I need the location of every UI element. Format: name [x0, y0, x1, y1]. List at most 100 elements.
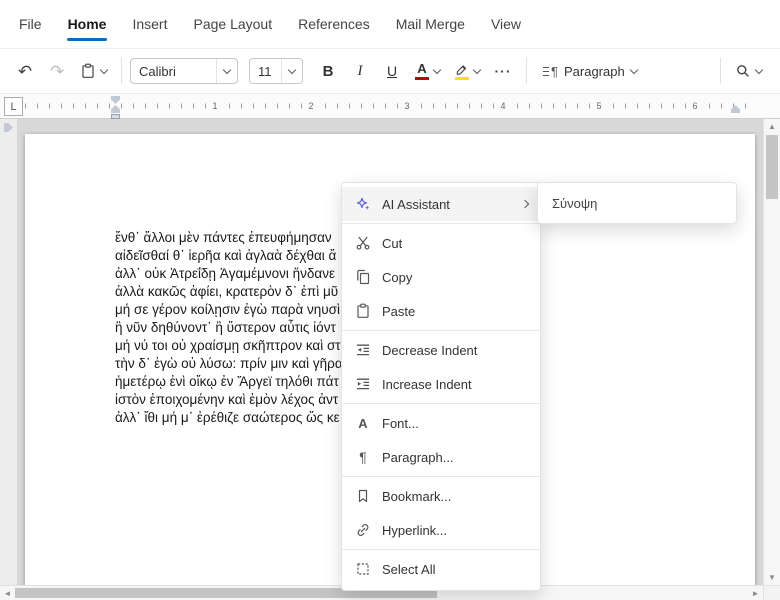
menu-item-increase-indent[interactable]: Increase Indent [342, 367, 540, 401]
text-line: ἀλλ᾽ οὐκ Ἀτρεΐδῃ Ἀγαμέμνονι ἥνδανε [115, 266, 335, 281]
menu-item-bookmark[interactable]: Bookmark... [342, 479, 540, 513]
ruler-number: 1 [210, 101, 220, 111]
tab-page-layout[interactable]: Page Layout [180, 0, 285, 48]
menu-item-label: Hyperlink... [382, 522, 448, 538]
tab-file[interactable]: File [6, 0, 55, 48]
paragraph-label: Paragraph [563, 63, 625, 79]
separator [121, 58, 122, 84]
paragraph-dialog-button[interactable]: ¶ Paragraph [535, 56, 645, 86]
scroll-right-icon[interactable]: ► [748, 586, 763, 600]
underline-label: U [386, 63, 398, 79]
font-icon: A [358, 415, 368, 431]
menu-item-select-all[interactable]: Select All [342, 552, 540, 586]
menu-item-label: Paragraph... [382, 449, 454, 465]
text-line: ἱστὸν ἐποιχομένην καὶ ἐμὸν λέχος ἀντ [115, 392, 339, 407]
more-options-button[interactable]: ··· [488, 56, 518, 86]
context-menu: AI Assistant Cut Copy Paste Decrease Ind… [341, 182, 541, 591]
font-name-select[interactable]: Calibri [130, 58, 238, 84]
chevron-down-icon[interactable] [281, 59, 302, 83]
search-button[interactable] [729, 56, 768, 86]
clipboard-icon [80, 63, 96, 79]
tab-insert[interactable]: Insert [119, 0, 180, 48]
document-text: ἔνθ᾽ ἄλλοι μὲν πάντες ἐπευφήμησαν αἰδεῖσ… [115, 229, 343, 427]
vertical-scrollbar[interactable]: ▲ ▼ [763, 119, 780, 585]
scroll-left-icon[interactable]: ◄ [0, 586, 15, 600]
ai-sparkle-icon [354, 196, 372, 212]
chevron-down-icon [629, 65, 638, 74]
italic-label: I [357, 62, 363, 79]
ruler-number: 6 [690, 101, 700, 111]
menu-item-ai-assistant[interactable]: AI Assistant [342, 187, 540, 221]
menu-item-label: Decrease Indent [382, 342, 478, 358]
paragraph-mark-icon: ¶ [359, 449, 367, 465]
text-line: μή νύ τοι οὐ χραίσμῃ σκῆπτρον καὶ στ [115, 338, 341, 353]
tab-home[interactable]: Home [55, 0, 120, 48]
menu-item-label: Copy [382, 269, 413, 285]
menu-item-font[interactable]: A Font... [342, 406, 540, 440]
text-line: ἢ νῦν δηθύνοντ᾽ ἢ ὕστερον αὖτις ἰόντ [115, 320, 336, 335]
document-area: ἔνθ᾽ ἄλλοι μὲν πάντες ἐπευφήμησαν αἰδεῖσ… [0, 119, 780, 600]
left-indent-marker[interactable] [111, 114, 120, 119]
text-line: ἡμετέρῳ ἐνὶ οἴκῳ ἐν Ἄργεϊ τηλόθι πάτ [115, 374, 339, 389]
underline-button[interactable]: U [377, 56, 407, 86]
font-size-value: 11 [258, 63, 272, 79]
scroll-down-icon[interactable]: ▼ [764, 570, 780, 585]
menu-item-label: Bookmark... [382, 488, 452, 504]
bold-button[interactable]: B [313, 56, 343, 86]
text-line: ἔνθ᾽ ἄλλοι μὲν πάντες ἐπευφήμησαν [115, 230, 332, 245]
menu-item-decrease-indent[interactable]: Decrease Indent [342, 333, 540, 367]
font-color-icon: A [415, 62, 429, 80]
chevron-right-icon [520, 199, 530, 209]
font-size-select[interactable]: 11 [249, 58, 303, 84]
menu-item-label: Increase Indent [382, 376, 472, 392]
ruler-ticks [25, 103, 755, 109]
menu-item-copy[interactable]: Copy [342, 260, 540, 294]
menu-item-label: AI Assistant [382, 196, 450, 212]
menu-item-cut[interactable]: Cut [342, 226, 540, 260]
tab-references[interactable]: References [285, 0, 383, 48]
font-color-button[interactable]: A [409, 56, 446, 86]
chevron-down-icon[interactable] [216, 59, 237, 83]
menu-item-paragraph[interactable]: ¶ Paragraph... [342, 440, 540, 474]
undo-icon: ↶ [17, 61, 33, 81]
separator [526, 58, 527, 84]
tab-view[interactable]: View [478, 0, 534, 48]
highlight-color-button[interactable] [448, 56, 486, 86]
redo-icon: ↷ [49, 61, 65, 81]
submenu-item-summary[interactable]: Σύνοψη [538, 187, 736, 219]
menu-item-hyperlink[interactable]: Hyperlink... [342, 513, 540, 547]
scroll-up-icon[interactable]: ▲ [764, 119, 780, 134]
clipboard-button[interactable] [74, 56, 113, 86]
text-line: ἀλλ᾽ ἴθι μή μ᾽ ἐρέθιζε σαώτερος ὥς κε [115, 410, 340, 425]
menu-item-label: Select All [382, 561, 436, 577]
chevron-down-icon [754, 65, 764, 74]
text-line: μή σε γέρον κοίλῃσιν ἐγὼ παρὰ νηυσὶ [115, 302, 340, 317]
separator [342, 476, 540, 477]
paragraph-mark-icon: ¶ [543, 65, 558, 78]
select-all-icon [354, 561, 372, 577]
vertical-scroll-thumb[interactable] [766, 135, 778, 199]
ai-assistant-submenu: Σύνοψη [537, 182, 737, 224]
tab-stop-selector[interactable]: L [4, 97, 23, 116]
italic-button[interactable]: I [345, 56, 375, 86]
scrollbar-corner [763, 585, 780, 600]
ruler-number: 5 [594, 101, 604, 111]
bold-label: B [322, 62, 334, 80]
chevron-down-icon [472, 65, 482, 74]
undo-button[interactable]: ↶ [10, 56, 40, 86]
increase-indent-icon [354, 376, 372, 392]
toolbar: ↶ ↷ Calibri 11 B I U A ··· ¶ Paragraph [0, 48, 780, 93]
menu-item-label: Cut [382, 235, 403, 251]
chevron-down-icon [432, 65, 442, 74]
horizontal-ruler: 1 2 3 4 5 6 [25, 94, 755, 119]
hyperlink-icon [354, 522, 372, 538]
menu-item-label: Paste [382, 303, 416, 319]
highlighter-icon [454, 63, 469, 80]
menu-item-paste[interactable]: Paste [342, 294, 540, 328]
redo-button[interactable]: ↷ [42, 56, 72, 86]
menubar: File Home Insert Page Layout References … [0, 0, 780, 48]
tab-mail-merge[interactable]: Mail Merge [383, 0, 478, 48]
top-margin-marker[interactable] [4, 123, 13, 132]
separator [720, 58, 721, 84]
more-options-icon: ··· [494, 63, 512, 79]
